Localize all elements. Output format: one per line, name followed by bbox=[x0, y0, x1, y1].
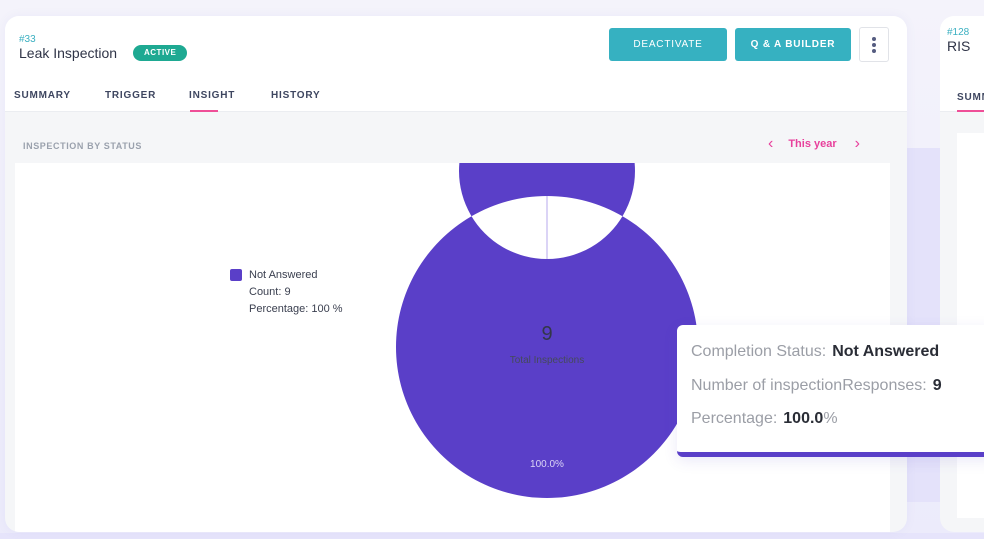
tooltip-pct-label: Percentage: bbox=[691, 410, 778, 427]
secondary-item-id: #128 bbox=[947, 27, 970, 38]
status-badge: ACTIVE bbox=[133, 45, 188, 61]
tooltip-status-row: Completion Status: Not Answered bbox=[691, 343, 939, 361]
secondary-item-title: RIS bbox=[947, 38, 971, 54]
donut-center-label: Total Inspections bbox=[509, 355, 585, 366]
tab-trigger[interactable]: TRIGGER bbox=[105, 90, 156, 101]
more-options-button[interactable] bbox=[859, 27, 889, 62]
donut-slice-label: 100.0% bbox=[530, 459, 564, 470]
tooltip-count-value: 9 bbox=[932, 377, 942, 394]
card-header: #33 Leak Inspection ACTIVE DEACTIVATE Q … bbox=[5, 16, 907, 112]
vertical-dots-icon bbox=[872, 36, 876, 53]
tooltip-count-label: Number of inspectionResponses: bbox=[691, 377, 927, 394]
period-label[interactable]: This year bbox=[788, 138, 836, 150]
donut-center-value: 9 bbox=[541, 323, 553, 345]
secondary-card-header: #128 RIS SUMM bbox=[940, 16, 984, 112]
tooltip-status-label: Completion Status: bbox=[691, 343, 827, 360]
period-selector: ‹ This year › bbox=[768, 136, 860, 152]
tab-history[interactable]: HISTORY bbox=[271, 90, 321, 101]
tab-summary[interactable]: SUMMARY bbox=[14, 90, 71, 101]
item-title: Leak Inspection bbox=[19, 45, 118, 61]
deactivate-button[interactable]: DEACTIVATE bbox=[609, 28, 727, 61]
background-band-bottom bbox=[0, 533, 984, 539]
secondary-tab-summary[interactable]: SUMM bbox=[957, 92, 984, 112]
tab-insight[interactable]: INSIGHT bbox=[189, 90, 235, 112]
tooltip-pct-row: Percentage: 100.0% bbox=[691, 410, 838, 428]
tooltip-count-row: Number of inspectionResponses: 9 bbox=[691, 377, 942, 395]
section-title: INSPECTION BY STATUS bbox=[23, 141, 143, 151]
tooltip-pct-unit: % bbox=[823, 410, 838, 427]
tooltip-pct-value: 100.0 bbox=[783, 410, 824, 427]
qa-builder-button[interactable]: Q & A BUILDER bbox=[735, 28, 851, 61]
chevron-right-icon[interactable]: › bbox=[855, 136, 860, 152]
item-id: #33 bbox=[19, 34, 36, 45]
chart-tooltip: Completion Status: Not Answered Number of… bbox=[677, 325, 984, 457]
tooltip-status-value: Not Answered bbox=[832, 343, 940, 360]
chevron-left-icon[interactable]: ‹ bbox=[768, 136, 773, 152]
